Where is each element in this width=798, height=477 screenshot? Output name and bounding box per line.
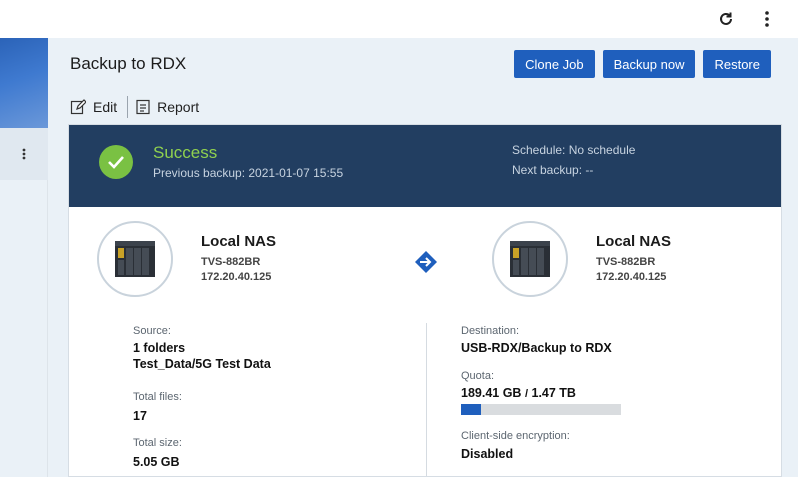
report-button[interactable]: Report (136, 99, 199, 115)
edit-label: Edit (93, 99, 118, 115)
refresh-icon[interactable] (715, 8, 737, 30)
destination-path: USB-RDX/Backup to RDX (461, 341, 612, 355)
destination-node: Local NAS TVS-882BR 172.20.40.125 (492, 221, 781, 297)
status-banner: Success Previous backup: 2021-01-07 15:5… (69, 125, 781, 207)
sidebar-menu-button[interactable] (0, 128, 48, 180)
source-nas-model: TVS-882BR (201, 256, 261, 268)
next-backup-text: Next backup: -- (512, 163, 594, 177)
details-divider (426, 323, 427, 476)
encryption-label: Client-side encryption: (461, 430, 570, 442)
more-vertical-icon (22, 148, 26, 160)
toolbar-divider (127, 96, 129, 118)
job-card: Success Previous backup: 2021-01-07 15:5… (68, 124, 782, 477)
source-nas-ip: 172.20.40.125 (201, 271, 272, 283)
destination-label: Destination: (461, 325, 520, 337)
dest-nas-name: Local NAS (596, 233, 672, 250)
encryption-value: Disabled (461, 447, 514, 461)
job-detail-panel: Backup to RDX Clone Job Backup now Resto… (48, 38, 798, 477)
source-nas-name: Local NAS (201, 233, 277, 250)
quota-separator: / (524, 388, 529, 400)
report-icon (136, 99, 150, 115)
clone-job-button[interactable]: Clone Job (514, 50, 595, 78)
more-vertical-icon[interactable] (756, 8, 778, 30)
job-toolbar: Edit Report (70, 96, 199, 118)
top-bar (0, 0, 798, 38)
schedule-text: Schedule: No schedule (512, 143, 636, 157)
page-title: Backup to RDX (70, 54, 187, 73)
status-title: Success (153, 143, 218, 162)
quota-total: 1.47 TB (531, 386, 576, 400)
quota-progress-fill (461, 404, 482, 415)
total-files-value: 17 (133, 409, 147, 423)
edit-icon (70, 99, 86, 115)
dest-nas-ip: 172.20.40.125 (596, 271, 667, 283)
dest-nas-model: TVS-882BR (596, 256, 656, 268)
edit-button[interactable]: Edit (70, 99, 117, 115)
restore-button[interactable]: Restore (703, 50, 771, 78)
app-logo (0, 38, 48, 128)
quota-progress-bar (461, 404, 621, 415)
previous-backup: Previous backup: 2021-01-07 15:55 (153, 166, 344, 180)
quota-used: 189.41 GB (461, 386, 522, 400)
total-size-label: Total size: (133, 437, 182, 449)
nas-device-icon (97, 221, 173, 297)
source-path: Test_Data/5G Test Data (133, 357, 271, 371)
report-label: Report (157, 99, 200, 115)
arrow-right-icon (415, 251, 437, 273)
action-buttons: Clone Job Backup now Restore (514, 50, 771, 78)
nas-device-icon (492, 221, 568, 297)
success-check-icon (99, 145, 133, 179)
source-folders: 1 folders (133, 341, 186, 355)
sidebar (0, 38, 48, 477)
quota-value: 189.41 GB / 1.47 TB (461, 385, 576, 402)
total-size-value: 5.05 GB (133, 455, 180, 469)
backup-now-button[interactable]: Backup now (602, 50, 696, 78)
source-label: Source: (133, 325, 171, 337)
total-files-label: Total files: (133, 391, 182, 403)
quota-label: Quota: (461, 370, 495, 382)
source-node: Local NAS TVS-882BR 172.20.40.125 (97, 221, 417, 297)
